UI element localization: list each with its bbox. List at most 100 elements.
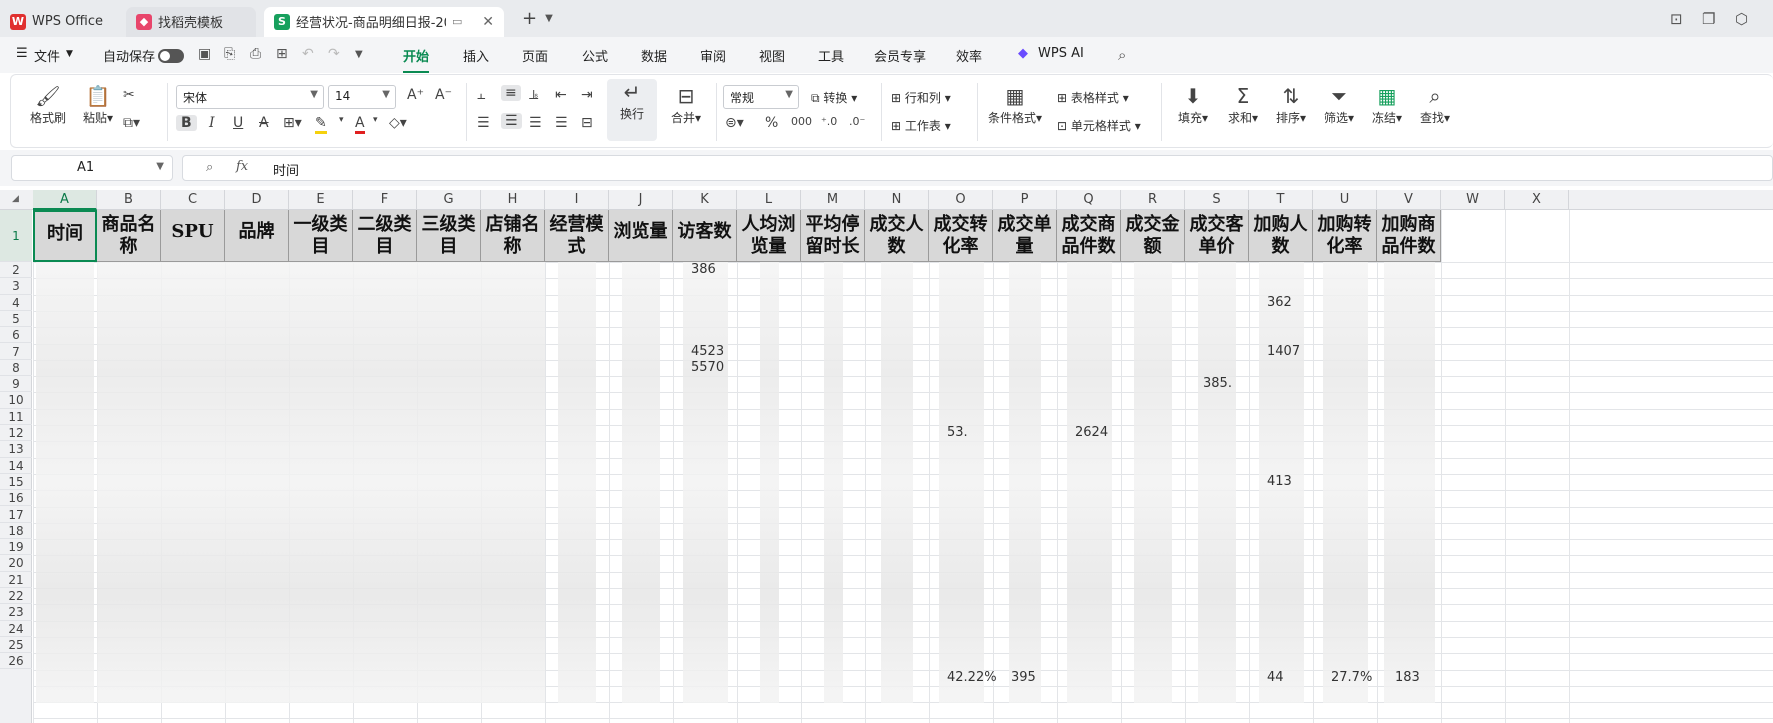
header-cell-q[interactable]: 成交商 品件数 xyxy=(1057,210,1121,262)
chevron-down-icon[interactable]: ▾ xyxy=(373,115,378,125)
tab-wps-office[interactable]: W WPS Office xyxy=(0,7,120,37)
file-menu[interactable]: 文件 xyxy=(34,46,60,65)
window-icon[interactable]: ▭ xyxy=(452,15,462,28)
row-header-11[interactable]: 11 xyxy=(0,409,32,425)
column-header-x[interactable]: X xyxy=(1505,190,1569,210)
cell-value[interactable]: 53. xyxy=(947,425,968,440)
sum-button[interactable]: Σ 求和▾ xyxy=(1218,83,1268,126)
header-cell-t[interactable]: 加购人数 xyxy=(1249,210,1313,262)
fx-icon[interactable]: fx xyxy=(236,159,248,174)
row-header-24[interactable]: 24 xyxy=(0,621,32,637)
column-header-c[interactable]: C xyxy=(161,190,225,210)
row-header-1[interactable]: 1 xyxy=(0,210,32,262)
column-header-v[interactable]: V xyxy=(1377,190,1441,210)
row-header-4[interactable]: 4 xyxy=(0,295,32,311)
tab-review[interactable]: 审阅 xyxy=(700,46,726,65)
clear-format-icon[interactable]: ◇▾ xyxy=(389,115,407,131)
chevron-down-icon[interactable]: ▾ xyxy=(339,115,344,125)
row-header-26[interactable]: 26 xyxy=(0,653,32,670)
bold-button[interactable]: B xyxy=(176,115,197,131)
column-header-r[interactable]: R xyxy=(1121,190,1185,210)
row-header-5[interactable]: 5 xyxy=(0,311,32,328)
column-header-k[interactable]: K xyxy=(673,190,737,210)
print-preview-icon[interactable]: ⊞ xyxy=(276,46,288,62)
italic-button[interactable]: I xyxy=(209,115,215,131)
row-header-21[interactable]: 21 xyxy=(0,572,32,588)
freeze-button[interactable]: ▦ 冻结▾ xyxy=(1362,83,1412,126)
row-header-20[interactable]: 20 xyxy=(0,555,32,572)
cell-value[interactable]: 362 xyxy=(1267,295,1292,310)
align-bottom-icon[interactable]: ⫡ xyxy=(529,87,538,103)
tab-formulas[interactable]: 公式 xyxy=(582,46,608,65)
header-cell-d[interactable]: 品牌 xyxy=(225,210,289,262)
row-header-13[interactable]: 13 xyxy=(0,441,32,458)
row-header-12[interactable]: 12 xyxy=(0,425,32,442)
header-cell-v[interactable]: 加购商 品件数 xyxy=(1377,210,1441,262)
column-header-w[interactable]: W xyxy=(1441,190,1505,210)
header-cell-b[interactable]: 商品名称 xyxy=(97,210,161,262)
share-icon[interactable]: ⎘ xyxy=(224,46,235,62)
redo-icon[interactable]: ↷ xyxy=(328,46,340,62)
column-header-p[interactable]: P xyxy=(993,190,1057,210)
underline-button[interactable]: U xyxy=(233,115,243,131)
column-header-q[interactable]: Q xyxy=(1057,190,1121,210)
decrease-font-icon[interactable]: A⁻ xyxy=(435,87,452,103)
row-header-17[interactable]: 17 xyxy=(0,507,32,523)
header-cell-g[interactable]: 三级类目 xyxy=(417,210,481,262)
column-header-h[interactable]: H xyxy=(481,190,545,210)
cell-value[interactable]: 386 xyxy=(691,262,716,277)
row-header-15[interactable]: 15 xyxy=(0,474,32,491)
column-header-b[interactable]: B xyxy=(97,190,161,210)
close-tab-icon[interactable]: ✕ xyxy=(482,14,494,30)
row-header-6[interactable]: 6 xyxy=(0,327,32,344)
column-header-f[interactable]: F xyxy=(353,190,417,210)
column-header-n[interactable]: N xyxy=(865,190,929,210)
cell-value[interactable]: 4523 xyxy=(691,344,724,359)
header-cell-l[interactable]: 人均浏 览量 xyxy=(737,210,801,262)
find-button[interactable]: ⌕ 查找▾ xyxy=(1410,83,1460,126)
strikethrough-button[interactable]: A xyxy=(259,115,269,131)
row-header-14[interactable]: 14 xyxy=(0,458,32,474)
currency-icon[interactable]: ⊜▾ xyxy=(725,115,744,131)
cell-value[interactable]: 42.22% xyxy=(947,670,997,685)
worksheet-button[interactable]: ⊞ 工作表 ▾ xyxy=(891,117,951,134)
cell-style-button[interactable]: ⊡ 单元格样式 ▾ xyxy=(1057,117,1141,134)
header-cell-e[interactable]: 一级类目 xyxy=(289,210,353,262)
decrease-decimal-icon[interactable]: .0⁻ xyxy=(849,115,865,128)
tab-membership[interactable]: 会员专享 xyxy=(874,46,926,65)
header-cell-a[interactable]: 时间 xyxy=(33,210,97,262)
row-header-16[interactable]: 16 xyxy=(0,490,32,507)
decrease-indent-icon[interactable]: ⇤ xyxy=(555,87,567,103)
row-header-2[interactable]: 2 xyxy=(0,262,32,279)
header-cell-s[interactable]: 成交客 单价 xyxy=(1185,210,1249,262)
increase-indent-icon[interactable]: ⇥ xyxy=(581,87,593,103)
row-col-button[interactable]: ⊞ 行和列 ▾ xyxy=(891,89,951,106)
thousands-icon[interactable]: 000 xyxy=(791,115,812,128)
distributed-icon[interactable]: ⊟ xyxy=(581,115,593,131)
column-header-o[interactable]: O xyxy=(929,190,993,210)
font-size-select[interactable]: 14 ▼ xyxy=(328,85,396,109)
column-header-g[interactable]: G xyxy=(417,190,481,210)
column-header-i[interactable]: I xyxy=(545,190,609,210)
border-icon[interactable]: ⊞▾ xyxy=(283,115,302,131)
sort-button[interactable]: ⇅ 排序▾ xyxy=(1266,83,1316,126)
align-top-icon[interactable]: ⫠ xyxy=(477,87,485,103)
header-cell-h[interactable]: 店铺名称 xyxy=(481,210,545,262)
tab-view[interactable]: 视图 xyxy=(759,46,785,65)
align-right-icon[interactable]: ☰ xyxy=(529,115,542,131)
tab-data[interactable]: 数据 xyxy=(641,46,667,65)
column-header-u[interactable]: U xyxy=(1313,190,1377,210)
tab-home[interactable]: 开始 xyxy=(403,46,430,73)
search-icon[interactable]: ⌕ xyxy=(1118,46,1126,64)
zoom-formula-icon[interactable]: ⌕ xyxy=(206,160,213,175)
row-header-9[interactable]: 9 xyxy=(0,376,32,393)
chevron-down-icon[interactable]: ▼ xyxy=(545,13,553,24)
table-style-button[interactable]: ⊞ 表格样式 ▾ xyxy=(1057,89,1129,106)
fill-button[interactable]: ⬇ 填充▾ xyxy=(1168,83,1218,126)
increase-decimal-icon[interactable]: ⁺.0 xyxy=(821,115,837,128)
increase-font-icon[interactable]: A⁺ xyxy=(407,87,424,103)
chevron-down-icon[interactable]: ▼ xyxy=(355,49,363,60)
header-cell-f[interactable]: 二级类目 xyxy=(353,210,417,262)
percent-icon[interactable]: % xyxy=(765,115,778,131)
column-header-m[interactable]: M xyxy=(801,190,865,210)
